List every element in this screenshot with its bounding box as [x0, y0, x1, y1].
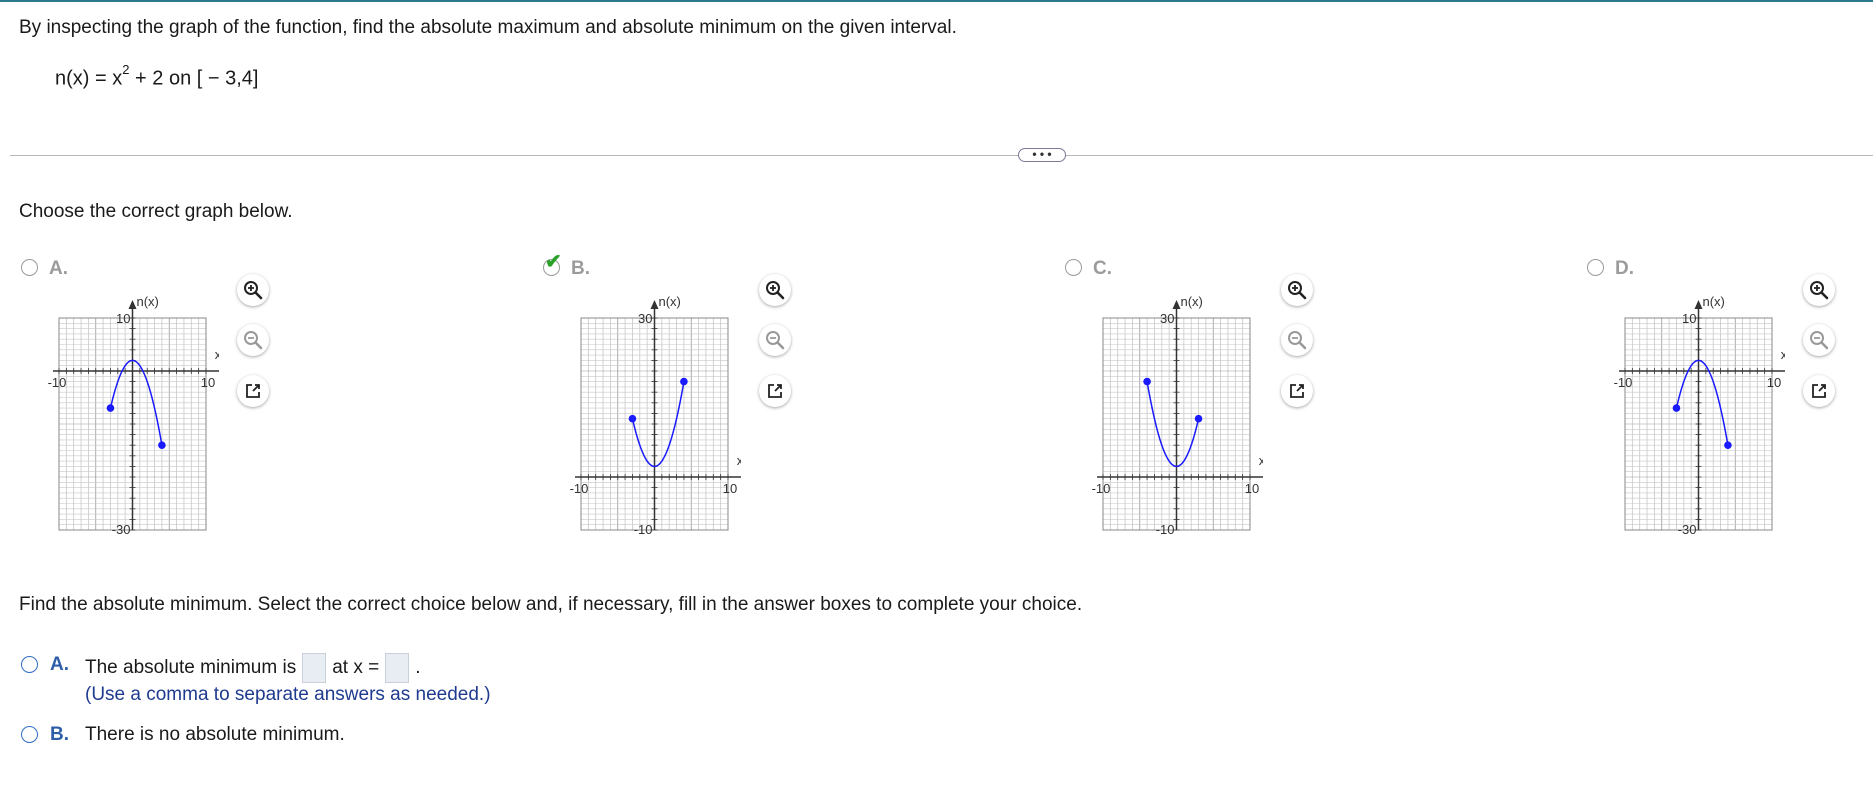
x-tick-label-right: 10	[723, 481, 737, 496]
zoom-out-icon	[1809, 330, 1829, 350]
y-tick-label-bottom: -30	[112, 522, 131, 537]
choice-b-letter: B.	[50, 724, 69, 745]
endpoint-marker	[106, 404, 115, 412]
sub-question-prompt: Find the absolute minimum. Select the co…	[19, 594, 1083, 615]
endpoint-marker	[158, 441, 166, 449]
y-axis-arrow	[128, 300, 137, 309]
choose-text: Choose the correct graph below.	[19, 201, 293, 222]
radio-choice-a[interactable]	[21, 656, 38, 673]
zoom-out-button[interactable]	[1281, 324, 1313, 356]
choice-a-text2: at x =	[332, 657, 380, 678]
zoom-in-icon	[243, 280, 263, 300]
graph-svg: n(x)x10-30-10 10	[48, 294, 219, 537]
graph-option-c: C. n(x) x 30 -10 -10 10	[1063, 255, 1323, 545]
graph-svg: n(x) x 30 -10 -10 10	[1092, 294, 1263, 537]
external-link-icon	[766, 382, 784, 400]
endpoint-marker	[1672, 404, 1681, 412]
graph-svg: n(x) x 30 -10 -10 10	[570, 294, 741, 537]
choice-a-text3: .	[415, 657, 421, 678]
y-tick-label-bottom: -30	[1678, 522, 1697, 537]
min-value-input[interactable]	[302, 653, 327, 683]
y-tick-label-bottom: -10	[1156, 522, 1175, 537]
choice-a-row: The absolute minimum is at x = .	[85, 653, 420, 683]
y-axis-arrow	[650, 300, 659, 309]
y-axis-label: n(x)	[659, 294, 681, 309]
radio-choice-b[interactable]	[21, 726, 38, 743]
zoom-in-button[interactable]	[759, 274, 791, 306]
zoom-in-icon	[765, 280, 785, 300]
y-tick-label-top: 10	[1682, 311, 1696, 326]
y-axis-arrow	[1694, 300, 1703, 309]
choice-a-hint: (Use a comma to separate answers as need…	[85, 684, 491, 705]
endpoint-marker	[628, 414, 637, 423]
zoom-in-button[interactable]	[1803, 274, 1835, 306]
external-link-icon	[244, 382, 262, 400]
function-definition: n(x) = x2 + 2 on [ − 3,4]	[55, 62, 259, 91]
x-axis-label: x	[737, 453, 741, 468]
y-axis-label: n(x)	[137, 294, 159, 309]
zoom-out-button[interactable]	[237, 324, 269, 356]
more-button[interactable]: • • •	[1018, 148, 1066, 162]
open-graph-button[interactable]	[1803, 375, 1835, 407]
zoom-in-icon	[1809, 280, 1829, 300]
x-axis-label: x	[1781, 347, 1785, 362]
x-tick-label-right: 10	[1245, 481, 1259, 496]
x-tick-label-right: 10	[1767, 375, 1781, 390]
zoom-out-icon	[243, 330, 263, 350]
y-tick-label-top: 10	[116, 311, 130, 326]
open-graph-button[interactable]	[1281, 375, 1313, 407]
x-axis-label: x	[1259, 453, 1263, 468]
zoom-out-button[interactable]	[759, 324, 791, 356]
graph-option-a: A. n(x) x 10 -30 -10 10	[19, 255, 279, 545]
external-link-icon	[1810, 382, 1828, 400]
y-axis-arrow	[1172, 300, 1181, 309]
min-x-input[interactable]	[385, 653, 410, 683]
open-graph-button[interactable]	[759, 375, 791, 407]
y-tick-label-top: 30	[638, 311, 652, 326]
x-tick-label-left: -10	[48, 375, 67, 390]
section-divider	[10, 155, 1873, 156]
choice-a-text1: The absolute minimum is	[85, 657, 297, 678]
y-axis-label: n(x)	[1181, 294, 1203, 309]
graph-option-d: D. n(x) x 10 -30 -10 10	[1585, 255, 1845, 545]
choice-b-text: There is no absolute minimum.	[85, 724, 345, 745]
x-axis-label: x	[215, 347, 219, 362]
top-accent-line	[0, 0, 1873, 2]
function-suffix: + 2 on [ − 3,4]	[129, 67, 259, 90]
endpoint-marker	[1194, 414, 1203, 423]
graph-option-b: ✔ B. n(x) x 30 -10 -10 10	[541, 251, 801, 545]
x-tick-label-left: -10	[1092, 481, 1111, 496]
y-tick-label-top: 30	[1160, 311, 1174, 326]
external-link-icon	[1288, 382, 1306, 400]
graph-svg: n(x)x10-30-10 10	[1614, 294, 1785, 537]
x-tick-label-left: -10	[1614, 375, 1633, 390]
zoom-out-icon	[1287, 330, 1307, 350]
x-tick-label-left: -10	[570, 481, 589, 496]
endpoint-marker	[1724, 441, 1732, 449]
function-exponent: 2	[122, 62, 130, 77]
endpoint-marker	[680, 377, 688, 386]
y-tick-label-bottom: -10	[634, 522, 653, 537]
question-prompt: By inspecting the graph of the function,…	[19, 17, 957, 38]
function-prefix: n(x) = x	[55, 67, 123, 90]
x-tick-label-right: 10	[201, 375, 215, 390]
zoom-out-button[interactable]	[1803, 324, 1835, 356]
endpoint-marker	[1143, 377, 1151, 386]
zoom-out-icon	[765, 330, 785, 350]
zoom-in-icon	[1287, 280, 1307, 300]
open-graph-button[interactable]	[237, 375, 269, 407]
choice-a-letter: A.	[50, 654, 69, 675]
zoom-in-button[interactable]	[1281, 274, 1313, 306]
zoom-in-button[interactable]	[237, 274, 269, 306]
y-axis-label: n(x)	[1703, 294, 1725, 309]
